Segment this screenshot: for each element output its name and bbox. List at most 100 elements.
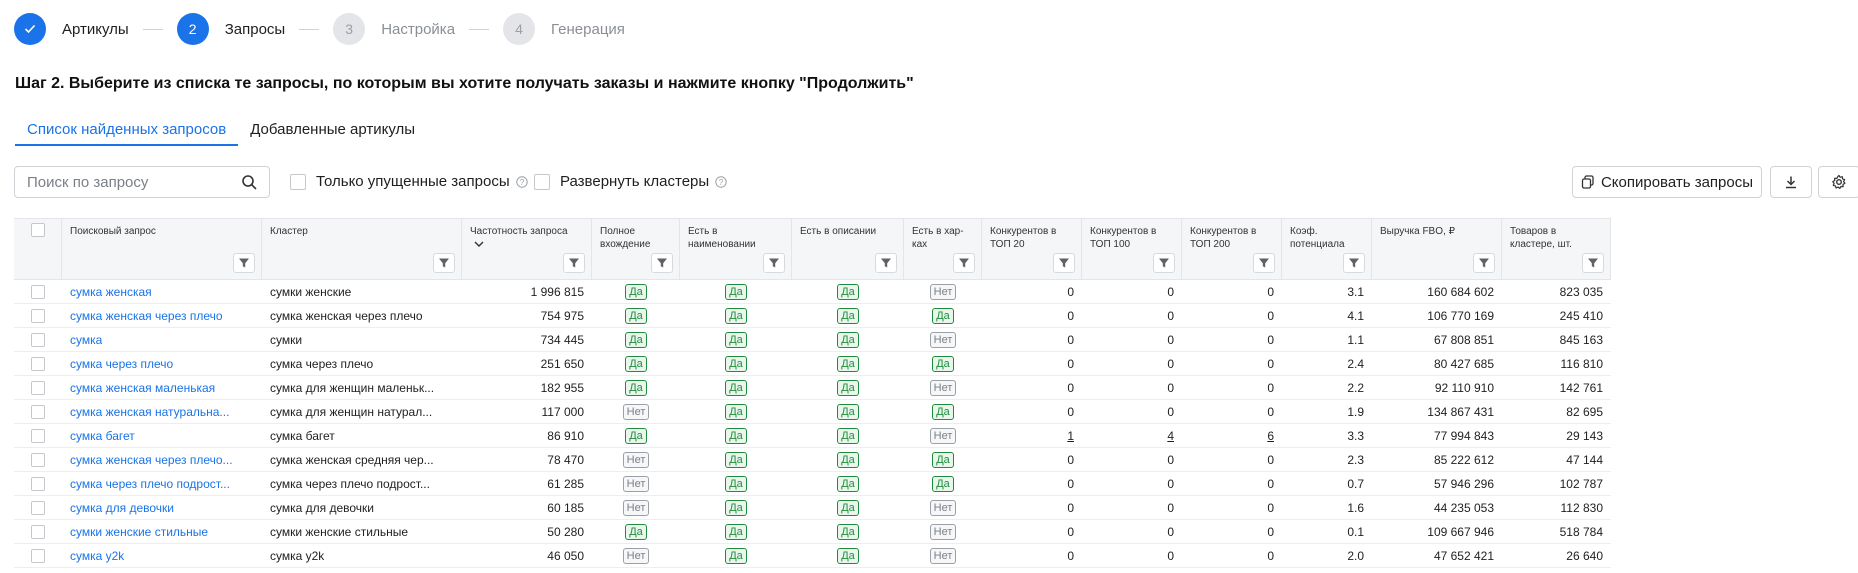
table-row[interactable]: сумка для девочки сумка для девочки 60 185… bbox=[14, 496, 1611, 520]
step-2[interactable]: 2 Запросы bbox=[176, 13, 285, 45]
query-link[interactable]: сумка через плечо bbox=[70, 357, 173, 371]
expand-clusters-checkbox[interactable] bbox=[534, 173, 550, 190]
table-body: сумка женская сумки женские 1 996 815 Да Да Д… bbox=[14, 280, 1611, 568]
help-icon[interactable]: ? bbox=[515, 175, 528, 188]
table-row[interactable]: сумка женская натуральна... сумка для жен… bbox=[14, 400, 1611, 424]
query-cell: сумка через плечо подрост... bbox=[62, 472, 262, 496]
row-checkbox[interactable] bbox=[31, 452, 45, 467]
table-row[interactable]: сумка женская маленькая сумка для женщин … bbox=[14, 376, 1611, 400]
c20-cell: 0 bbox=[982, 352, 1082, 376]
query-link[interactable]: сумка y2k bbox=[70, 549, 124, 563]
competitors-link[interactable]: 6 bbox=[1267, 429, 1274, 443]
filter-icon[interactable] bbox=[433, 253, 455, 273]
row-checkbox[interactable] bbox=[31, 380, 45, 395]
frequency-value: 60 185 bbox=[547, 500, 584, 515]
filter-icon[interactable] bbox=[953, 253, 975, 273]
filter-icon[interactable] bbox=[1053, 253, 1075, 273]
row-checkbox[interactable] bbox=[31, 332, 45, 347]
filter-icon[interactable] bbox=[875, 253, 897, 273]
table-row[interactable]: сумка через плечо подрост... сумка через … bbox=[14, 472, 1611, 496]
expand-clusters-option[interactable]: Развернуть кластеры ? bbox=[534, 173, 727, 190]
search-icon[interactable] bbox=[241, 174, 257, 190]
row-checkbox[interactable] bbox=[31, 476, 45, 491]
items-value: 823 035 bbox=[1559, 284, 1603, 299]
filter-icon[interactable] bbox=[1153, 253, 1175, 273]
query-link[interactable]: сумка женская через плечо bbox=[70, 309, 223, 323]
desc-cell: Да bbox=[792, 400, 904, 424]
step-1[interactable]: Артикулы bbox=[14, 13, 129, 45]
filter-icon[interactable] bbox=[1473, 253, 1495, 273]
full-cell: Да bbox=[592, 328, 680, 352]
help-icon[interactable]: ? bbox=[715, 175, 727, 188]
table-row[interactable]: сумка женская через плечо... сумка женска… bbox=[14, 448, 1611, 472]
pot-cell: 3.3 bbox=[1282, 424, 1372, 448]
missed-only-option[interactable]: Только упущенные запросы ? bbox=[290, 173, 528, 190]
c200-cell: 0 bbox=[1182, 376, 1282, 400]
copy-queries-button[interactable]: Скопировать запросы bbox=[1572, 166, 1762, 198]
tab-found-queries[interactable]: Список найденных запросов bbox=[15, 118, 239, 146]
frequency-cell: 86 910 bbox=[462, 424, 592, 448]
select-all-checkbox[interactable] bbox=[30, 223, 45, 237]
query-link[interactable]: сумка женская bbox=[70, 285, 152, 299]
filter-icon[interactable] bbox=[763, 253, 785, 273]
sort-desc-icon[interactable] bbox=[474, 241, 484, 248]
tab-added-articles[interactable]: Добавленные артикулы bbox=[238, 118, 427, 146]
row-checkbox[interactable] bbox=[31, 500, 45, 515]
filter-icon[interactable] bbox=[651, 253, 673, 273]
frequency-cell: 754 975 bbox=[462, 304, 592, 328]
query-link[interactable]: сумка женская натуральна... bbox=[70, 405, 229, 419]
table-row[interactable]: сумка через плечо сумка через плечо 251 65… bbox=[14, 352, 1611, 376]
status-badge: Нет bbox=[622, 499, 650, 516]
c100-value: 0 bbox=[1167, 524, 1174, 539]
row-checkbox[interactable] bbox=[31, 284, 45, 299]
status-badge: Да bbox=[625, 427, 647, 444]
desc-cell: Да bbox=[792, 520, 904, 544]
filter-icon[interactable] bbox=[1253, 253, 1275, 273]
table-row[interactable]: сумки женские стильные сумки женские стил… bbox=[14, 520, 1611, 544]
row-select-cell bbox=[14, 448, 62, 472]
query-link[interactable]: сумка bbox=[70, 333, 102, 347]
query-link[interactable]: сумки женские стильные bbox=[70, 525, 208, 539]
row-checkbox[interactable] bbox=[31, 428, 45, 443]
competitors-link[interactable]: 1 bbox=[1067, 429, 1074, 443]
desc-cell: Да bbox=[792, 304, 904, 328]
header-frequency[interactable]: Частотность запроса bbox=[462, 219, 592, 279]
table-row[interactable]: сумка y2k сумка y2k 46 050 Нет Да Да Нет 0 0 0 2.0… bbox=[14, 544, 1611, 568]
query-link[interactable]: сумка для девочки bbox=[70, 501, 174, 515]
filter-icon[interactable] bbox=[1343, 253, 1365, 273]
query-link[interactable]: сумка багет bbox=[70, 429, 135, 443]
competitors-link[interactable]: 4 bbox=[1167, 429, 1174, 443]
table-row[interactable]: сумка женская сумки женские 1 996 815 Да Да Д… bbox=[14, 280, 1611, 304]
full-cell: Да bbox=[592, 520, 680, 544]
missed-only-checkbox[interactable] bbox=[290, 173, 306, 190]
row-checkbox[interactable] bbox=[31, 524, 45, 539]
row-checkbox[interactable] bbox=[31, 404, 45, 419]
table-row[interactable]: сумка женская через плечо сумка женская ч… bbox=[14, 304, 1611, 328]
query-link[interactable]: сумка женская маленькая bbox=[70, 381, 215, 395]
name-cell: Да bbox=[680, 424, 792, 448]
items-value: 82 695 bbox=[1566, 404, 1603, 419]
download-button[interactable] bbox=[1770, 166, 1812, 198]
desc-cell: Да bbox=[792, 472, 904, 496]
filter-icon[interactable] bbox=[1582, 253, 1604, 273]
step-4[interactable]: 4 Генерация bbox=[503, 13, 625, 45]
status-badge: Да bbox=[725, 499, 747, 516]
table-row[interactable]: сумка сумки 734 445 Да Да Да Нет 0 0 0 1.1 67 808 8… bbox=[14, 328, 1611, 352]
row-checkbox[interactable] bbox=[31, 356, 45, 371]
filter-icon[interactable] bbox=[563, 253, 585, 273]
row-checkbox[interactable] bbox=[31, 308, 45, 323]
table-row[interactable]: сумка багет сумка багет 86 910 Да Да Да Нет 1 4 6… bbox=[14, 424, 1611, 448]
search-input[interactable] bbox=[27, 173, 241, 191]
header-in-specs-label: Есть в хар-ках bbox=[912, 226, 964, 250]
query-link[interactable]: сумка через плечо подрост... bbox=[70, 477, 230, 491]
name-cell: Да bbox=[680, 280, 792, 304]
settings-button[interactable] bbox=[1818, 166, 1858, 198]
filter-icon[interactable] bbox=[233, 253, 255, 273]
row-select-cell bbox=[14, 304, 62, 328]
row-select-cell bbox=[14, 520, 62, 544]
name-cell: Да bbox=[680, 472, 792, 496]
query-link[interactable]: сумка женская через плечо... bbox=[70, 453, 233, 467]
specs-cell: Нет bbox=[904, 424, 982, 448]
row-checkbox[interactable] bbox=[31, 548, 45, 563]
step-3[interactable]: 3 Настройка bbox=[333, 13, 455, 45]
